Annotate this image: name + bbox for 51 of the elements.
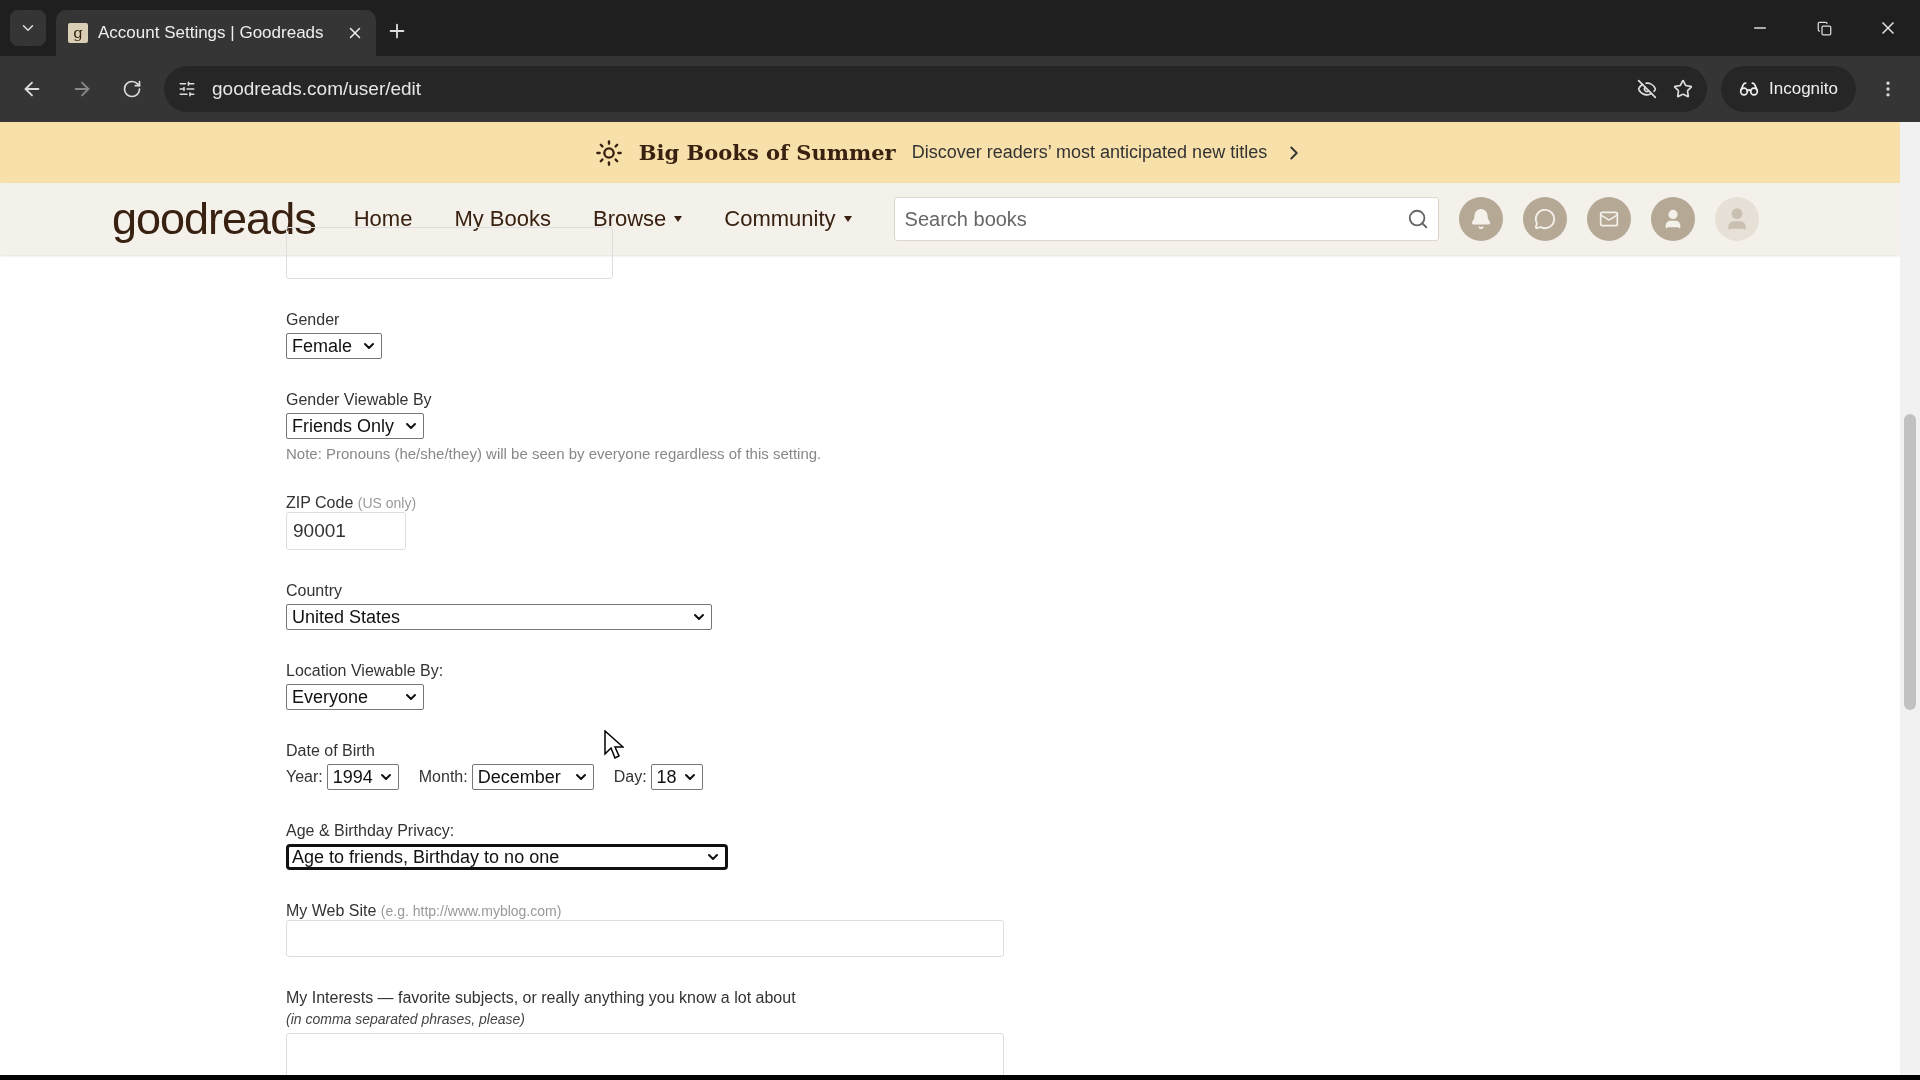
field-note: Note: Pronouns (he/she/they) will be seen by everyone regardless of this setting. (286, 445, 822, 462)
caret-icon (674, 216, 683, 222)
dropdown-select[interactable]: Female (286, 333, 382, 359)
incognito-button[interactable]: Incognito (1721, 66, 1856, 112)
date-part-label: Day: (613, 768, 647, 786)
star-icon[interactable] (1673, 79, 1693, 99)
field-label: Gender (286, 311, 340, 329)
field-hint: (e.g. http://www.myblog.com) (380, 903, 562, 919)
site-logo[interactable]: goodreads (112, 193, 316, 245)
favicon: g (68, 23, 88, 43)
input-field[interactable] (286, 920, 1004, 957)
search-icon[interactable] (1406, 208, 1429, 230)
field-label: Age & Birthday Privacy: (286, 822, 455, 840)
glasses-icon (1739, 79, 1759, 99)
field-label: My Web Site (286, 902, 377, 919)
caret-icon (843, 216, 852, 222)
dropdown-select[interactable]: Friends Only (286, 413, 424, 439)
field-note: (in comma separated phrases, please) (286, 1011, 525, 1027)
dropdown-select[interactable]: Age to friends, Birthday to no one (286, 844, 728, 870)
dropdown-select[interactable]: Everyone (286, 684, 424, 710)
banner-text: Discover readers’ most anticipated new titles (911, 142, 1268, 163)
cursor-icon (604, 730, 624, 760)
reload-icon[interactable] (122, 79, 142, 99)
eye-off-icon[interactable] (1637, 79, 1657, 99)
promo-banner[interactable]: Big Books of Summer Discover readers’ most anticipated new titles (0, 122, 1900, 183)
field-label: My Interests — favorite subjects, or really anything you know a lot about (286, 989, 796, 1007)
nav-link[interactable]: Community (724, 206, 852, 232)
nav-link[interactable]: Browse (592, 206, 683, 232)
date-part-label: Year: (286, 768, 323, 786)
banner-title: Big Books of Summer (638, 140, 896, 165)
site-settings-icon[interactable] (178, 80, 196, 98)
restore-icon[interactable] (1816, 20, 1832, 36)
dropdown-select[interactable]: December (471, 764, 594, 790)
tab-list-button[interactable] (10, 10, 46, 46)
field-hint: (US only) (357, 495, 417, 511)
address-bar[interactable]: goodreads.com/user/edit (164, 66, 1707, 112)
date-part-label: Month: (418, 768, 468, 786)
dropdown-select[interactable]: 1994 (326, 764, 399, 790)
field-label: Gender Viewable By (286, 391, 432, 409)
nav-link[interactable]: My Books (454, 206, 551, 232)
field-label: Date of Birth (286, 742, 375, 760)
dropdown-select[interactable]: United States (286, 604, 712, 630)
field-label: Location Viewable By: (286, 662, 444, 680)
search-field[interactable]: Search books (893, 197, 1439, 241)
input-field[interactable]: 90001 (286, 512, 406, 550)
browser-tab[interactable]: g Account Settings | Goodreads (56, 10, 376, 56)
field-label: Country (286, 582, 343, 600)
field-label: ZIP Code (286, 494, 354, 511)
dropdown-select[interactable]: 18 (650, 764, 703, 790)
sun-icon (594, 138, 623, 167)
nav-link[interactable]: Home (353, 206, 413, 232)
